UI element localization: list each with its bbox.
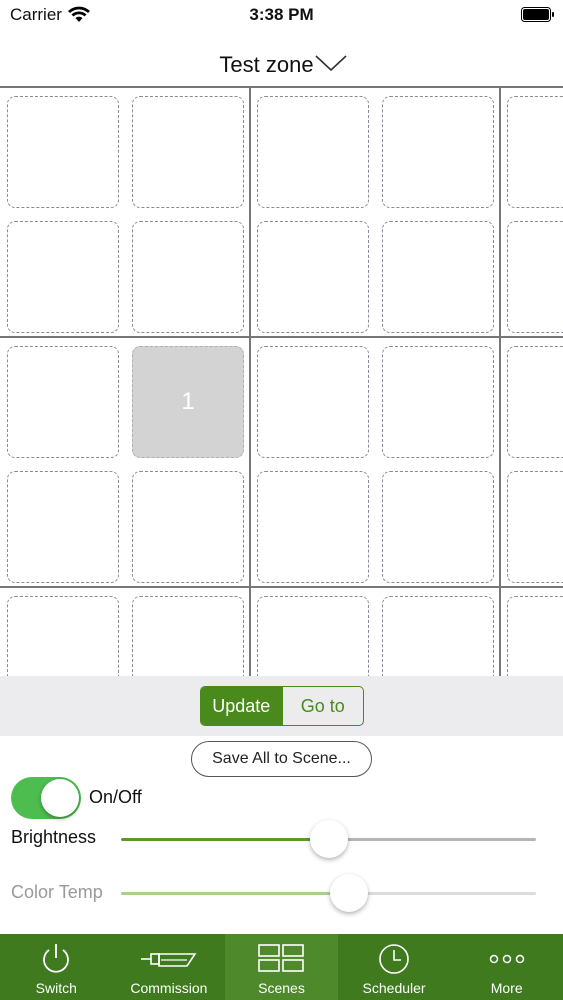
mode-segmented-control[interactable]: Update Go to bbox=[200, 686, 364, 726]
chevron-down-icon[interactable] bbox=[315, 54, 347, 74]
grid-tile[interactable] bbox=[7, 221, 119, 333]
grid-tile[interactable] bbox=[257, 596, 369, 676]
color-temp-slider-thumb[interactable] bbox=[330, 874, 369, 912]
tab-more-label: More bbox=[490, 980, 523, 996]
grid-tile[interactable] bbox=[382, 96, 494, 208]
onoff-label: On/Off bbox=[89, 787, 142, 807]
grid-tile[interactable] bbox=[132, 96, 244, 208]
mode-band: Update Go to bbox=[0, 676, 563, 736]
tab-scheduler[interactable]: Scheduler bbox=[338, 934, 451, 1000]
grid-tile[interactable] bbox=[7, 96, 119, 208]
tab-bar: Switch Commission Scenes Scheduler More bbox=[0, 934, 563, 1000]
tab-commission[interactable]: Commission bbox=[113, 934, 226, 1000]
grid-divider-horizontal bbox=[0, 336, 563, 338]
onoff-toggle[interactable] bbox=[11, 777, 81, 819]
status-time: 3:38 PM bbox=[249, 5, 314, 24]
clock-icon bbox=[379, 944, 409, 974]
grid-tile[interactable] bbox=[7, 471, 119, 583]
grid-tile[interactable] bbox=[507, 346, 563, 458]
tab-switch[interactable]: Switch bbox=[0, 934, 113, 1000]
light-grid[interactable]: 1 bbox=[0, 86, 563, 676]
brightness-label: Brightness bbox=[11, 827, 97, 847]
assigned-tile[interactable]: 1 bbox=[132, 346, 244, 458]
grid-tile[interactable] bbox=[257, 471, 369, 583]
status-bar: Carrier 3:38 PM bbox=[0, 0, 563, 30]
grid-tile[interactable] bbox=[507, 596, 563, 676]
assigned-tile-label: 1 bbox=[181, 388, 195, 415]
grid-tile[interactable] bbox=[382, 596, 494, 676]
grid-tile[interactable] bbox=[507, 221, 563, 333]
power-icon bbox=[43, 944, 70, 973]
color-temp-label: Color Temp bbox=[11, 882, 103, 902]
update-segment[interactable]: Update bbox=[201, 687, 282, 725]
grid-tile[interactable] bbox=[7, 596, 119, 676]
tab-commission-label: Commission bbox=[130, 980, 208, 996]
tab-scenes-label: Scenes bbox=[258, 980, 305, 996]
brightness-track[interactable] bbox=[328, 838, 536, 841]
grid-tile[interactable] bbox=[507, 471, 563, 583]
grid-tile[interactable] bbox=[132, 596, 244, 676]
grid-tile[interactable] bbox=[132, 221, 244, 333]
battery-icon bbox=[521, 7, 554, 22]
grid-tile[interactable] bbox=[507, 96, 563, 208]
more-icon bbox=[489, 954, 524, 964]
grid-tile[interactable] bbox=[382, 471, 494, 583]
grid-tile[interactable] bbox=[382, 221, 494, 333]
zone-title[interactable]: Test zone bbox=[219, 52, 313, 78]
grid-tile[interactable] bbox=[7, 346, 119, 458]
brightness-slider-thumb[interactable] bbox=[309, 820, 348, 858]
color-temp-track-fill[interactable] bbox=[121, 892, 350, 895]
tab-switch-label: Switch bbox=[35, 980, 77, 996]
commission-icon bbox=[140, 953, 197, 967]
color-temp-track[interactable] bbox=[349, 892, 536, 895]
tab-scheduler-label: Scheduler bbox=[362, 980, 426, 996]
zone-header[interactable]: Test zone bbox=[0, 44, 563, 88]
grid-tile[interactable] bbox=[132, 471, 244, 583]
tab-more[interactable]: More bbox=[450, 934, 563, 1000]
grid-tile[interactable] bbox=[382, 346, 494, 458]
scenes-icon bbox=[258, 944, 305, 972]
grid-tile[interactable] bbox=[257, 96, 369, 208]
grid-tile[interactable] bbox=[257, 221, 369, 333]
tab-scenes[interactable]: Scenes bbox=[225, 934, 338, 1000]
save-all-to-scene-button[interactable]: Save All to Scene... bbox=[191, 741, 372, 777]
grid-divider-horizontal bbox=[0, 586, 563, 588]
brightness-track-fill[interactable] bbox=[121, 838, 329, 841]
toggle-knob[interactable] bbox=[41, 779, 79, 817]
goto-segment[interactable]: Go to bbox=[281, 687, 364, 725]
grid-tile[interactable] bbox=[257, 346, 369, 458]
